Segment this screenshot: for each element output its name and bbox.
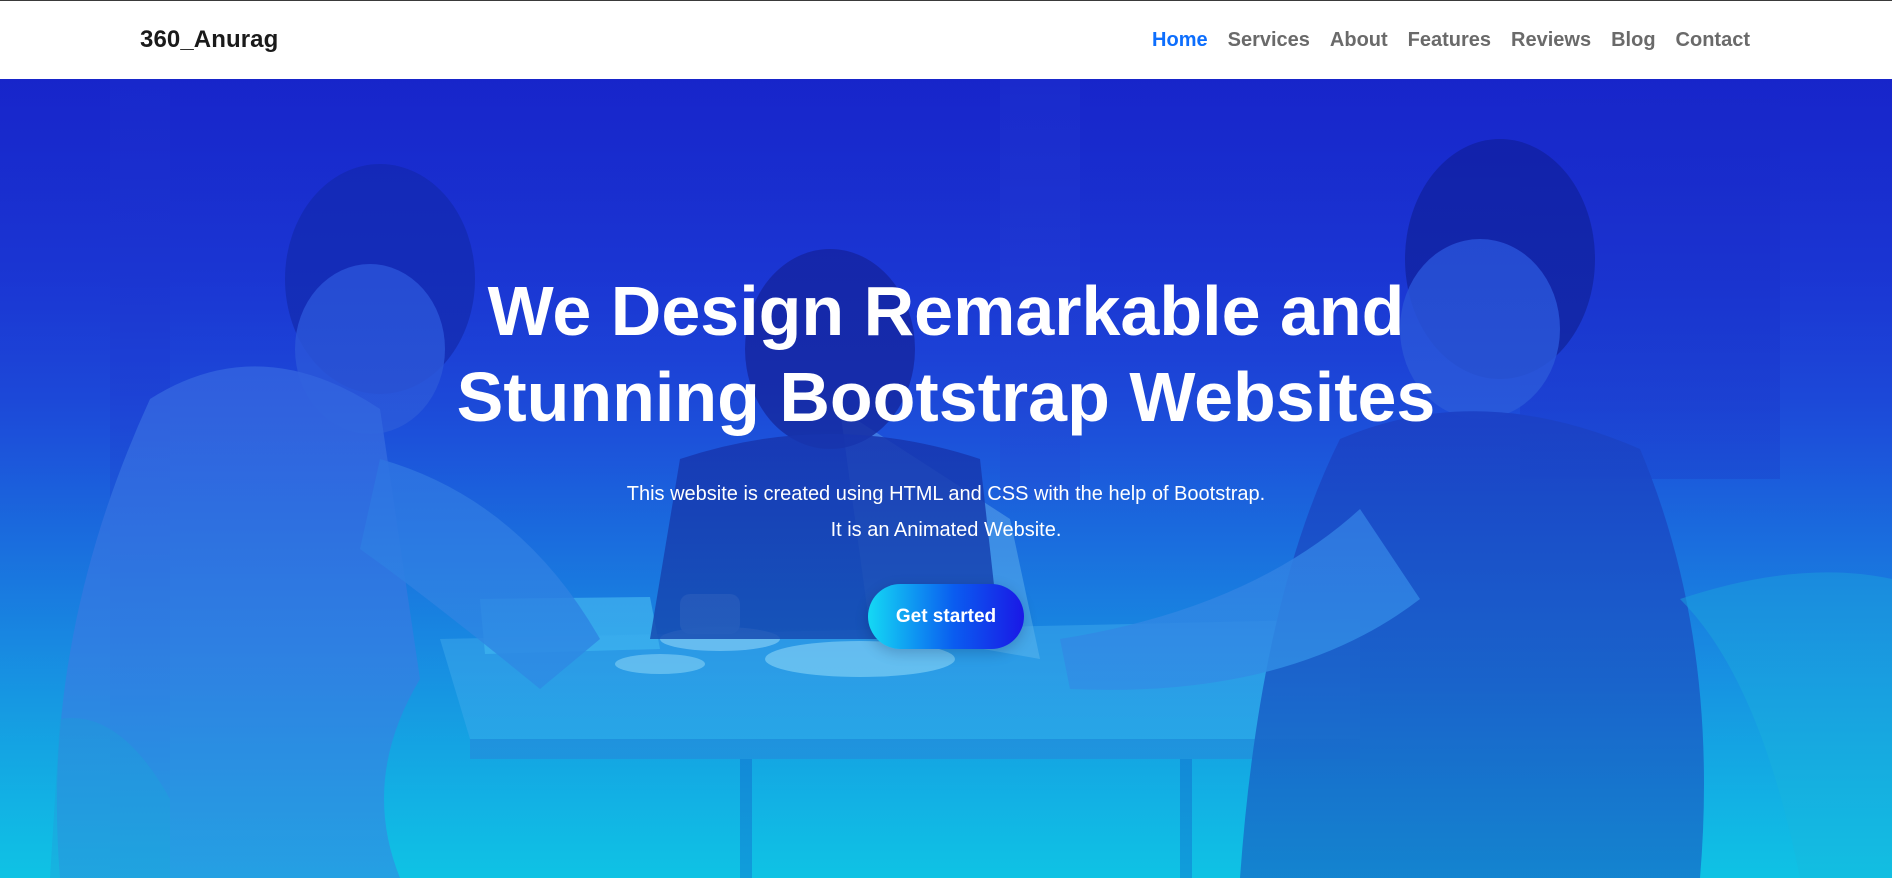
hero-title-line-2: Stunning Bootstrap Websites [456,358,1436,436]
get-started-button[interactable]: Get started [868,584,1024,649]
nav-link-reviews[interactable]: Reviews [1511,29,1591,52]
nav-link-contact[interactable]: Contact [1676,29,1750,52]
nav-link-home[interactable]: Home [1152,29,1208,52]
hero-title: We Design Remarkable and Stunning Bootst… [446,268,1446,440]
hero-subtitle: This website is created using HTML and C… [627,476,1265,548]
navbar: 360_Anurag Home Services About Features … [0,1,1892,79]
nav-link-blog[interactable]: Blog [1611,29,1655,52]
main-nav: Home Services About Features Reviews Blo… [1152,29,1750,52]
hero-subtitle-line-1: This website is created using HTML and C… [626,483,1266,505]
hero-section: We Design Remarkable and Stunning Bootst… [0,79,1892,878]
hero-content: We Design Remarkable and Stunning Bootst… [0,79,1892,878]
brand-logo[interactable]: 360_Anurag [140,26,278,54]
nav-link-services[interactable]: Services [1228,29,1310,52]
nav-link-about[interactable]: About [1330,29,1388,52]
hero-subtitle-line-2: It is an Animated Website. [830,519,1062,541]
nav-link-features[interactable]: Features [1408,29,1491,52]
hero-title-line-1: We Design Remarkable and [487,272,1405,350]
